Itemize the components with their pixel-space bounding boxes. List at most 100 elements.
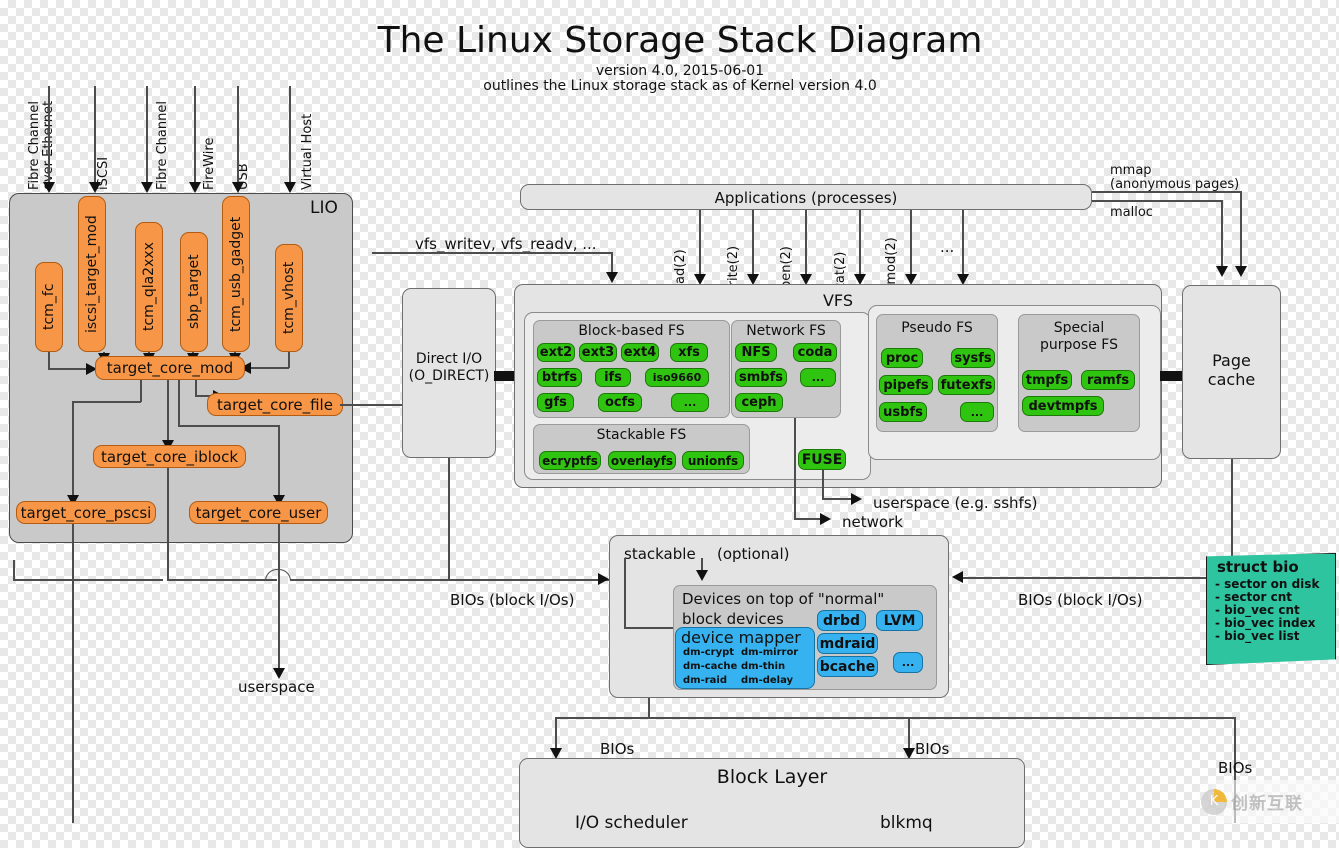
fs-usbfs[interactable]: usbfs: [879, 402, 927, 422]
fs-block-more[interactable]: ...: [671, 393, 709, 412]
fs-sysfs[interactable]: sysfs: [951, 348, 995, 368]
bios-left-label: BIOs (block I/Os): [450, 591, 575, 609]
malloc-arrow: [1216, 266, 1228, 277]
lio-exit-pscsi: [72, 524, 74, 823]
blockdev-drbd[interactable]: drbd: [817, 610, 866, 631]
lio-core-to-user-v1: [178, 380, 180, 426]
lio-fabric-tcm-usb-gadget[interactable]: tcm_usb_gadget: [222, 196, 250, 352]
lio-core-to-user-v2: [278, 425, 280, 499]
file-to-vfs-h: [340, 404, 403, 406]
input-arrow-firewire-head: [189, 182, 201, 193]
lio-backstore-target-core-user[interactable]: target_core_user: [189, 501, 328, 524]
syscall-line-more: [962, 210, 964, 282]
lio-fabric-tcm-qla2xxx[interactable]: tcm_qla2xxx: [135, 222, 163, 352]
direct-io-vfs-nub: [494, 371, 516, 381]
fs-iso9660[interactable]: iso9660: [645, 368, 709, 387]
lio-fabric-tcm-fc[interactable]: tcm_fc: [35, 262, 63, 352]
fs-ext2[interactable]: ext2: [537, 343, 575, 362]
fs-network-more[interactable]: ...: [800, 368, 836, 387]
page-cache-label-line2: cache: [1207, 370, 1256, 389]
syscall-line-stat: [859, 210, 861, 282]
blockdev-lvm[interactable]: LVM: [876, 610, 923, 631]
stackable-loop-v1: [624, 558, 626, 628]
dm-target-dm-delay: dm-delay: [741, 675, 794, 686]
block-layer-box[interactable]: Block Layer: [519, 758, 1025, 848]
fs-futexfs[interactable]: futexfs: [938, 375, 995, 395]
dm-target-dm-mirror: dm-mirror: [741, 647, 799, 658]
lio-exit-iblock-h: [167, 579, 277, 581]
lio-core-to-user-h: [178, 425, 279, 427]
blockdev-bcache[interactable]: bcache: [817, 656, 878, 677]
page-cache-box[interactable]: Page cache: [1182, 285, 1281, 459]
fs-pseudo-more[interactable]: ...: [960, 402, 994, 422]
special-purpose-fs-title-line1: Special: [1053, 320, 1105, 336]
fs-gfs[interactable]: gfs: [537, 393, 574, 412]
fs-devtmpfs[interactable]: devtmpfs: [1022, 396, 1104, 416]
lio-target-core-mod[interactable]: target_core_mod: [95, 356, 245, 380]
watermark-logo-icon: K: [1201, 788, 1227, 815]
lio-line-vhost-h: [248, 367, 289, 369]
stackable-fs-title: Stackable FS: [596, 427, 687, 443]
dm-target-dm-cache: dm-cache: [683, 661, 738, 672]
bottom-bridge-left-up: [13, 560, 15, 580]
fs-nfs[interactable]: NFS: [735, 343, 777, 362]
devices-line1: Devices on top of "normal": [682, 590, 885, 608]
fs-ecryptfs[interactable]: ecryptfs: [539, 451, 601, 470]
input-label-firewire: FireWire: [202, 137, 217, 190]
lio-line-vhost-v: [288, 352, 290, 368]
vfs-pagecache-nub: [1160, 371, 1182, 381]
lio-exit-iblock: [167, 468, 169, 580]
fs-xfs[interactable]: xfs: [670, 343, 708, 362]
fs-ext4[interactable]: ext4: [621, 343, 659, 362]
blockdev-mdraid[interactable]: mdraid: [817, 633, 878, 654]
direct-io-box[interactable]: Direct I/O (O_DIRECT): [402, 288, 496, 458]
fs-fuse[interactable]: FUSE: [798, 449, 846, 470]
block-layer-title: Block Layer: [716, 766, 828, 788]
input-arrow-fc-line: [146, 86, 148, 186]
fs-tmpfs[interactable]: tmpfs: [1022, 370, 1072, 390]
optional-label: (optional): [717, 545, 790, 563]
blocklayer-fan-h: [555, 717, 1235, 719]
syscall-line-chmod: [910, 210, 912, 282]
input-label-fibre-channel: Fibre Channel: [155, 101, 170, 190]
lio-core-to-pscsi-v1: [140, 380, 142, 402]
fs-ext3[interactable]: ext3: [579, 343, 617, 362]
dm-target-dm-crypt: dm-crypt: [683, 647, 735, 658]
fs-unionfs[interactable]: unionfs: [682, 451, 744, 470]
fs-btrfs[interactable]: btrfs: [537, 368, 582, 387]
blockdev-more[interactable]: ...: [893, 652, 923, 673]
fs-pipefs[interactable]: pipefs: [879, 375, 933, 395]
fs-proc[interactable]: proc: [881, 348, 923, 368]
vfs-helpers-arrow: [606, 272, 618, 283]
direct-io-label-line2: (O_DIRECT): [408, 368, 490, 384]
mmap-line-h: [1092, 191, 1241, 193]
applications-box[interactable]: Applications (processes): [520, 184, 1092, 210]
fs-ifs[interactable]: ifs: [595, 368, 631, 387]
vfs-helpers-line-stub: [372, 252, 374, 254]
syscall-line-write: [752, 210, 754, 282]
lio-backstore-target-core-pscsi[interactable]: target_core_pscsi: [16, 501, 156, 524]
lio-label: LIO: [310, 198, 338, 218]
applications-label: Applications (processes): [714, 189, 898, 207]
fuse-line-h: [822, 498, 854, 500]
lio-backstore-target-core-iblock[interactable]: target_core_iblock: [93, 445, 246, 468]
network-fs-title: Network FS: [746, 323, 826, 339]
watermark: K 创新互联: [1195, 780, 1339, 823]
lio-line-tcmfc-h: [48, 368, 90, 370]
input-arrow-fcoe-line: [48, 86, 50, 186]
fs-smbfs[interactable]: smbfs: [735, 368, 787, 387]
devices-line2: block devices: [682, 610, 784, 628]
lio-backstore-target-core-file[interactable]: target_core_file: [207, 393, 343, 416]
watermark-text: 创新互联: [1231, 794, 1303, 814]
input-label-virtual-host: Virtual Host: [300, 113, 315, 190]
fs-overlayfs[interactable]: overlayfs: [608, 451, 676, 470]
lio-fabric-sbp-target[interactable]: sbp_target: [180, 232, 208, 352]
netfs-arrow: [820, 513, 831, 525]
fs-ceph[interactable]: ceph: [735, 393, 783, 412]
fs-ocfs[interactable]: ocfs: [598, 393, 642, 412]
lio-fabric-iscsi-target-mod[interactable]: iscsi_target_mod: [78, 196, 106, 352]
lio-fabric-tcm-vhost[interactable]: tcm_vhost: [275, 244, 303, 352]
fs-coda[interactable]: coda: [793, 343, 837, 362]
struct-bio-field-4: - bio_vec list: [1215, 629, 1300, 643]
fs-ramfs[interactable]: ramfs: [1081, 370, 1135, 390]
